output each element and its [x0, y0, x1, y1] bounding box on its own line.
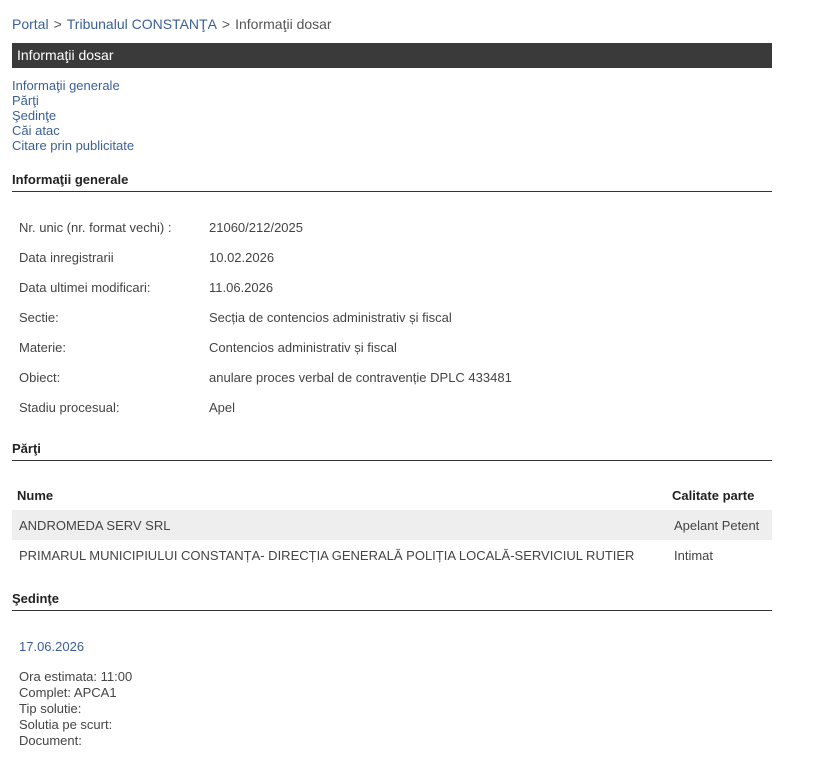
nav-link-citare[interactable]: Citare prin publicitate [12, 138, 134, 153]
nav-link-sedinte[interactable]: Şedinţe [12, 108, 134, 123]
info-value: anulare proces verbal de contravenție DP… [209, 369, 512, 385]
table-header-row: Nume Calitate parte [12, 480, 772, 510]
info-label: Stadiu procesual: [19, 399, 120, 415]
hearing-details: Ora estimata: 11:00 Complet: APCA1 Tip s… [19, 669, 132, 749]
hearing-detail-line: Complet: APCA1 [19, 685, 117, 700]
breadcrumb-current: Informaţii dosar [235, 16, 332, 32]
hearing-date: 17.06.2026 [19, 639, 85, 654]
column-header-name: Nume [17, 487, 54, 503]
info-row: Data inregistrarii 10.02.2026 [12, 242, 512, 272]
party-name: ANDROMEDA SERV SRL [12, 510, 667, 540]
info-label: Data ultimei modificari: [19, 279, 151, 295]
general-info-table: Nr. unic (nr. format vechi) : 21060/212/2… [12, 212, 512, 422]
info-row: Sectie: Secția de contencios administrati… [12, 302, 512, 332]
info-value: Secția de contencios administrativ și fi… [209, 309, 452, 325]
party-role: Apelant Petent [667, 510, 772, 540]
section-heading-parti: Părţi [12, 441, 772, 461]
party-role: Intimat [674, 547, 714, 563]
hearing-detail-line: Document: [19, 733, 82, 748]
hearing-detail-line: Ora estimata: 11:00 [19, 669, 133, 684]
section-heading-general: Informaţii generale [12, 172, 772, 192]
info-value: 11.06.2026 [209, 279, 274, 295]
breadcrumb-separator: > [53, 16, 62, 32]
info-row: Stadiu procesual: Apel [12, 392, 512, 422]
info-row: Obiect: anulare proces verbal de contrave… [12, 362, 512, 392]
info-label: Nr. unic (nr. format vechi) : [19, 219, 172, 235]
info-label: Data inregistrarii [19, 249, 114, 265]
info-row: Nr. unic (nr. format vechi) : 21060/212/2… [12, 212, 512, 242]
info-row: Materie: Contencios administrativ și fisc… [12, 332, 512, 362]
info-row: Data ultimei modificari: 11.06.2026 [12, 272, 512, 302]
page-title: Informaţii dosar [17, 47, 114, 63]
breadcrumb: Portal > Tribunalul CONSTANŢA > Informaţii d… [12, 16, 332, 32]
section-heading-sedinte: Şedinţe [12, 591, 772, 611]
info-value: 21060/212/2025 [209, 219, 303, 235]
parties-table: Nume Calitate parte ANDROMEDA SERV SRL A… [12, 480, 772, 570]
info-label: Sectie: [19, 309, 59, 325]
info-label: Obiect: [19, 369, 61, 385]
info-label: Materie: [19, 339, 66, 355]
table-row: PRIMARUL MUNICIPIULUI CONSTANȚA- DIRECȚI… [12, 540, 772, 570]
column-header-role: Calitate parte [672, 487, 755, 503]
info-value: 10.02.2026 [209, 249, 275, 265]
table-row: ANDROMEDA SERV SRL Apelant Petent [12, 510, 772, 540]
nav-link-informatii-generale[interactable]: Informaţii generale [12, 78, 134, 93]
nav-link-parti[interactable]: Părţi [12, 93, 134, 108]
nav-link-cai-atac[interactable]: Căi atac [12, 123, 134, 138]
party-name: PRIMARUL MUNICIPIULUI CONSTANȚA- DIRECȚI… [19, 547, 635, 563]
hearing-detail-line: Solutia pe scurt: [19, 717, 113, 732]
breadcrumb-portal-link[interactable]: Portal [12, 16, 49, 32]
breadcrumb-separator: > [221, 16, 231, 32]
hearing-detail-line: Tip solutie: [19, 701, 82, 716]
info-value: Contencios administrativ și fiscal [209, 339, 397, 355]
section-nav: Informaţii generale Părţi Şedinţe Căi at… [12, 78, 134, 153]
info-value: Apel [209, 399, 236, 415]
breadcrumb-court-link[interactable]: Tribunalul CONSTANŢA [67, 16, 217, 32]
page-title-bar: Informaţii dosar [12, 43, 772, 68]
